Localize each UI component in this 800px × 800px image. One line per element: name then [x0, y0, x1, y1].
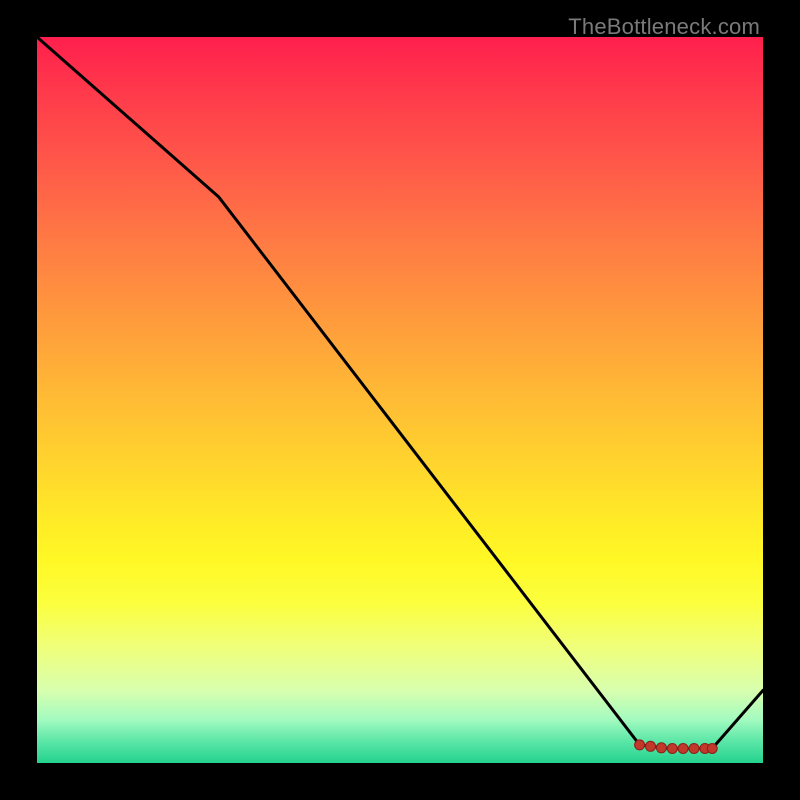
- chart-frame: TheBottleneck.com: [0, 0, 800, 800]
- marker-dot: [707, 744, 717, 754]
- marker-dot: [646, 741, 656, 751]
- plot-area: [37, 37, 763, 763]
- marker-dot: [635, 740, 645, 750]
- marker-dot: [678, 744, 688, 754]
- marker-dot: [667, 744, 677, 754]
- main-line: [37, 37, 763, 749]
- highlight-markers: [635, 740, 718, 754]
- chart-svg: [37, 37, 763, 763]
- marker-dot: [689, 744, 699, 754]
- marker-dot: [656, 743, 666, 753]
